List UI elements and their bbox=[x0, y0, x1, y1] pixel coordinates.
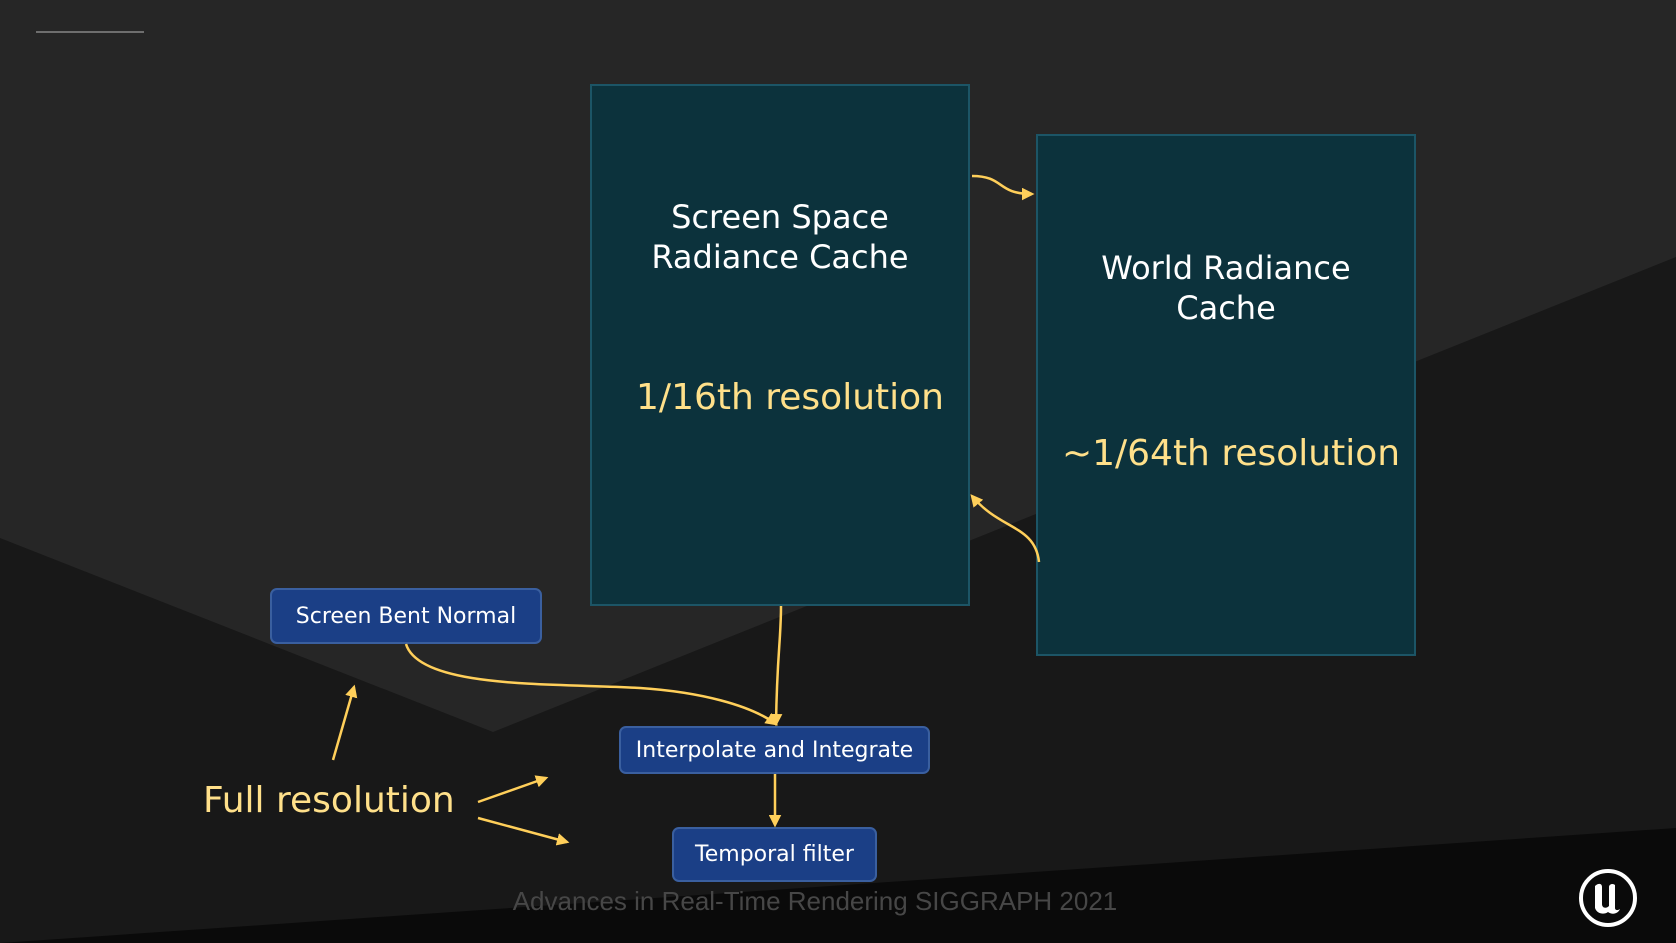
title-underline bbox=[36, 31, 144, 33]
screen-bent-normal-node: Screen Bent Normal bbox=[270, 588, 542, 644]
screen-space-radiance-cache-title: Screen Space Radiance Cache bbox=[592, 197, 968, 277]
world-radiance-cache-box: World Radiance Cache ~1/64th resolution bbox=[1036, 134, 1416, 656]
wrc-resolution: ~1/64th resolution bbox=[1061, 433, 1401, 474]
full-resolution-label: Full resolution bbox=[203, 780, 455, 821]
ssrc-resolution: 1/16th resolution bbox=[636, 377, 944, 418]
ssrc-title-line1: Screen Space bbox=[671, 198, 889, 236]
conference-footer: Advances in Real-Time Rendering SIGGRAPH… bbox=[512, 886, 1118, 916]
ssrc-title-line2: Radiance Cache bbox=[651, 238, 909, 276]
temporal-filter-node: Temporal filter bbox=[672, 827, 877, 882]
unreal-engine-logo-icon bbox=[1579, 869, 1637, 927]
wrc-title-line1: World Radiance bbox=[1101, 249, 1351, 287]
wrc-title-line2: Cache bbox=[1176, 289, 1276, 327]
screen-space-radiance-cache-box: Screen Space Radiance Cache 1/16th resol… bbox=[590, 84, 970, 606]
interpolate-integrate-node: Interpolate and Integrate bbox=[619, 726, 930, 774]
world-radiance-cache-title: World Radiance Cache bbox=[1038, 248, 1414, 328]
